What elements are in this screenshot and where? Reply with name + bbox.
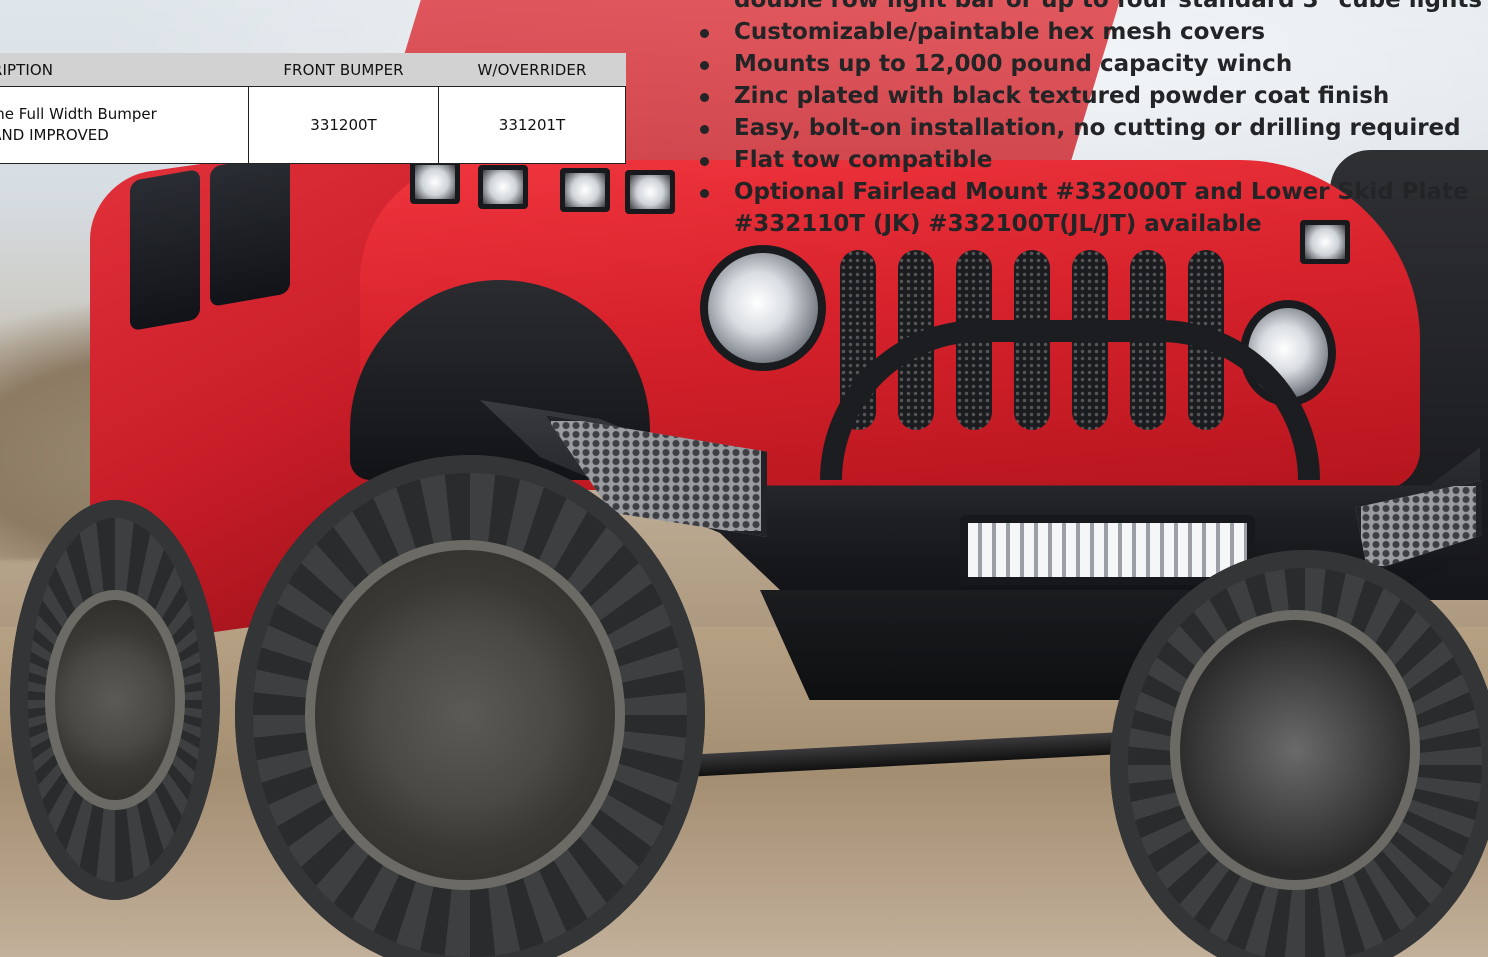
feature-list: double row light bar or up to four stand… bbox=[700, 0, 1482, 240]
cube-light bbox=[478, 165, 528, 209]
bullet-icon bbox=[700, 61, 709, 70]
jeep-front-window bbox=[210, 152, 290, 308]
list-item: Zinc plated with black textured powder c… bbox=[700, 80, 1482, 112]
cell-front-bumper-part: 331200T bbox=[248, 86, 439, 164]
list-item: Mounts up to 12,000 pound capacity winch bbox=[700, 48, 1482, 80]
header-front-bumper: FRONT BUMPER bbox=[248, 53, 439, 87]
bullet-icon bbox=[700, 29, 709, 38]
cube-light bbox=[560, 168, 610, 212]
description-line-2: NEW AND IMPROVED bbox=[0, 126, 109, 144]
led-light-bar bbox=[960, 515, 1255, 585]
front-left-tire bbox=[235, 455, 705, 957]
feature-item-continued: double row light bar or up to four stand… bbox=[734, 0, 1483, 13]
table-row: Rockline Full Width Bumper NEW AND IMPRO… bbox=[0, 86, 626, 164]
cell-description: Rockline Full Width Bumper NEW AND IMPRO… bbox=[0, 86, 249, 164]
bullet-icon bbox=[700, 93, 709, 102]
rear-tire bbox=[10, 500, 220, 900]
header-description: DESCRIPTION bbox=[0, 53, 249, 87]
jeep-rear-window bbox=[130, 168, 200, 332]
part-number-table: DESCRIPTION FRONT BUMPER W/OVERRIDER Roc… bbox=[0, 53, 626, 164]
cube-light bbox=[410, 160, 460, 204]
table-header-row: DESCRIPTION FRONT BUMPER W/OVERRIDER bbox=[0, 53, 626, 87]
list-item: Customizable/paintable hex mesh covers bbox=[700, 16, 1482, 48]
list-item: Optional Fairlead Mount #332000T and Low… bbox=[700, 176, 1482, 208]
headlight bbox=[700, 245, 826, 371]
feature-item-continued: #332110T (JK) #332100T(JL/JT) available bbox=[734, 211, 1262, 237]
bullet-icon bbox=[700, 125, 709, 134]
list-item: Flat tow compatible bbox=[700, 144, 1482, 176]
bumper-overrider bbox=[820, 320, 1320, 480]
bullet-icon bbox=[700, 189, 709, 198]
header-w-overrider: W/OVERRIDER bbox=[438, 53, 626, 87]
bullet-icon bbox=[700, 157, 709, 166]
cell-overrider-part: 331201T bbox=[438, 86, 626, 164]
list-item: Easy, bolt-on installation, no cutting o… bbox=[700, 112, 1482, 144]
description-line-1: Rockline Full Width Bumper bbox=[0, 105, 157, 123]
cube-light bbox=[625, 170, 675, 214]
